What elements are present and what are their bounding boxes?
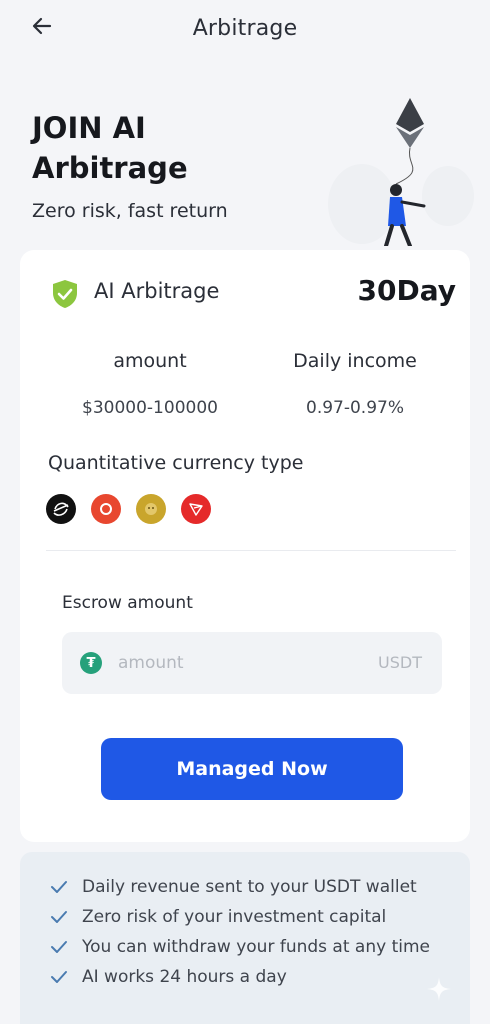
red-coin-icon (91, 494, 121, 524)
plan-name: AI Arbitrage (94, 279, 220, 303)
shield-check-icon (53, 280, 77, 308)
back-button[interactable] (28, 12, 56, 40)
stellar-coin-icon (46, 494, 76, 524)
amount-label: amount (113, 350, 187, 372)
benefit-item: Daily revenue sent to your USDT wallet (50, 874, 460, 900)
check-icon (51, 881, 67, 893)
check-icon (51, 941, 67, 953)
tron-coin-icon (181, 494, 211, 524)
doge-coin-icon (136, 494, 166, 524)
managed-now-button[interactable]: Managed Now (101, 738, 403, 800)
benefit-text: Daily revenue sent to your USDT wallet (82, 877, 417, 897)
daily-income-range: 0.97-0.97% (306, 398, 404, 418)
currency-list (46, 494, 211, 524)
plan-header: AI Arbitrage 30Day (50, 274, 460, 314)
amount-range: $30000-100000 (82, 398, 218, 418)
tether-icon: ₮ (80, 652, 102, 674)
hero-subtitle: Zero risk, fast return (32, 200, 228, 222)
sparkle-icon (427, 977, 451, 1001)
benefits-panel: Daily revenue sent to your USDT wallet Z… (20, 852, 470, 1024)
benefit-text: You can withdraw your funds at any time (82, 937, 430, 957)
hero-title: JOIN AI Arbitrage (32, 111, 188, 185)
divider (46, 550, 456, 551)
plan-duration: 30Day (357, 274, 457, 307)
escrow-amount-label: Escrow amount (62, 593, 193, 613)
page-title: Arbitrage (192, 15, 298, 41)
benefit-text: Zero risk of your investment capital (82, 907, 387, 927)
check-icon (51, 971, 67, 983)
benefit-item: You can withdraw your funds at any time (50, 934, 460, 960)
hero-illustration (328, 98, 474, 246)
daily-income-label: Daily income (293, 350, 417, 372)
arrow-left-icon (32, 17, 52, 35)
currency-type-label: Quantitative currency type (48, 452, 304, 474)
hero-section: JOIN AI Arbitrage Zero risk, fast return (0, 56, 490, 256)
benefit-item: Zero risk of your investment capital (50, 904, 460, 930)
benefit-item: AI works 24 hours a day (50, 964, 460, 990)
escrow-amount-input[interactable] (118, 644, 348, 682)
currency-unit-label: USDT (378, 653, 422, 672)
plan-card: AI Arbitrage 30Day amount Daily income $… (20, 250, 470, 842)
benefit-text: AI works 24 hours a day (82, 967, 287, 987)
escrow-amount-field: ₮ USDT (62, 632, 442, 694)
top-bar: Arbitrage (0, 0, 490, 56)
check-icon (51, 911, 67, 923)
